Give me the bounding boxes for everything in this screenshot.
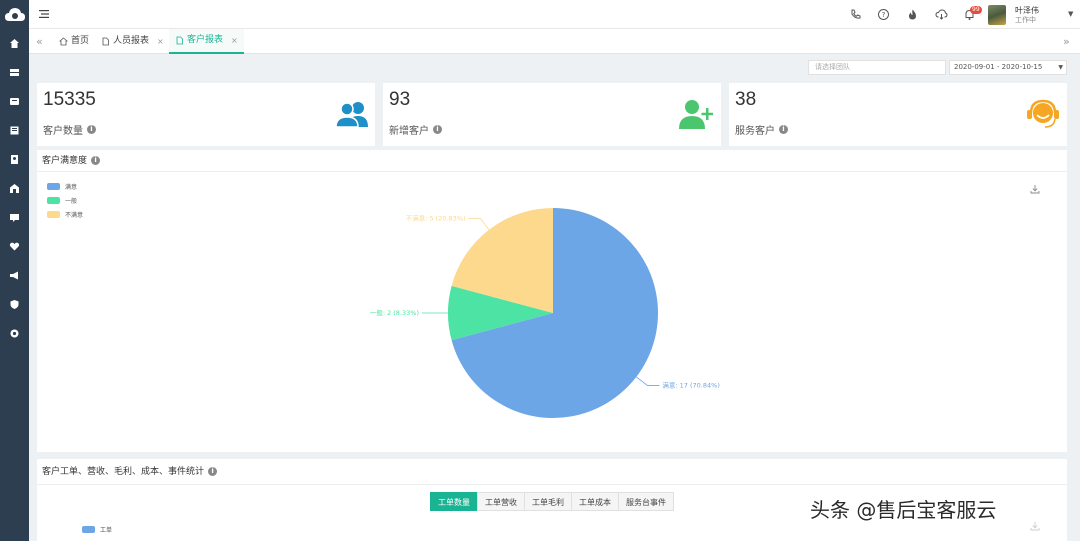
date-range-picker[interactable]: 2020-09-01 - 2020-10-15 ▼: [949, 60, 1067, 75]
tab-workorder-revenue[interactable]: 工单营收: [477, 492, 525, 511]
panel-header: 客户工单、营收、毛利、成本、事件统计 i: [37, 459, 1067, 485]
close-icon[interactable]: ×: [157, 29, 164, 54]
stat-value: 38: [735, 89, 757, 110]
legend-swatch: [82, 526, 95, 533]
message-nav-icon[interactable]: [9, 212, 20, 223]
user-status: 工作中: [1015, 16, 1036, 24]
stat-card-new-customers: 93 新增客户 i: [383, 83, 721, 146]
stat-label-text: 新增客户: [389, 126, 429, 137]
home-nav-icon[interactable]: [9, 38, 20, 49]
pie-label-line: [468, 218, 490, 230]
stat-value: 93: [389, 89, 411, 110]
notification-badge: 99: [970, 6, 982, 14]
tab-workorder-profit[interactable]: 工单毛利: [524, 492, 572, 511]
cloud-logo-icon[interactable]: [4, 6, 26, 24]
tab-label: 客户报表: [187, 35, 224, 45]
users-icon: [335, 102, 368, 128]
info-icon[interactable]: i: [433, 125, 442, 134]
contact-nav-icon[interactable]: [9, 154, 20, 165]
file-icon: [176, 36, 183, 45]
pie-data-label: 不满意: 5 (20.83%): [406, 214, 466, 223]
info-icon[interactable]: i: [779, 125, 788, 134]
sidebar: [0, 0, 29, 541]
stat-value: 15335: [43, 89, 96, 110]
tab-staff-report[interactable]: 人员报表 ×: [95, 29, 170, 54]
info-icon[interactable]: i: [87, 125, 96, 134]
download-icon[interactable]: [1030, 521, 1040, 531]
pie-label-line: [636, 376, 660, 386]
workorder-nav-icon[interactable]: [9, 67, 20, 78]
team-select[interactable]: 请选择团队: [808, 60, 946, 75]
file-icon: [102, 37, 109, 46]
satisfaction-panel: 客户满意度 i 满意 一般 不满意 满意: 17 (70.84%) 一般: 2 (…: [37, 150, 1067, 452]
warehouse-nav-icon[interactable]: [9, 183, 20, 194]
satisfaction-pie-chart: 满意: 17 (70.84%) 一般: 2 (8.33%) 不满意: 5 (20.8…: [370, 208, 720, 418]
tab-workorder-count[interactable]: 工单数量: [430, 492, 478, 511]
date-range-value: 2020-09-01 - 2020-10-15: [954, 63, 1043, 71]
legend-label: 工单: [100, 527, 113, 534]
caret-down-icon: ▼: [1058, 64, 1063, 71]
close-icon[interactable]: ×: [231, 28, 238, 53]
panel-title: 客户工单、营收、毛利、成本、事件统计: [42, 466, 205, 477]
tab-label: 人员报表: [113, 36, 150, 46]
legend-item-workorder[interactable]: 工单: [82, 525, 112, 534]
stat-label-text: 客户数量: [43, 126, 83, 137]
settings-nav-icon[interactable]: [9, 328, 20, 339]
headset-agent-icon: [1027, 99, 1059, 128]
tab-workorder-cost[interactable]: 工单成本: [571, 492, 619, 511]
phone-icon[interactable]: [849, 8, 862, 21]
tabs-scroll-left-icon[interactable]: «: [36, 35, 43, 48]
avatar[interactable]: [988, 5, 1006, 25]
tabs-scroll-right-icon[interactable]: »: [1063, 35, 1070, 48]
megaphone-nav-icon[interactable]: [9, 270, 20, 281]
pie-data-label: 满意: 17 (70.84%): [662, 380, 719, 389]
user-menu-caret-icon[interactable]: ▼: [1068, 10, 1073, 18]
heart-nav-icon[interactable]: [9, 241, 20, 252]
document-nav-icon[interactable]: [9, 125, 20, 136]
add-user-icon: [679, 100, 713, 129]
inbox-nav-icon[interactable]: [9, 96, 20, 107]
cloud-download-icon[interactable]: [935, 8, 948, 21]
svg-text:?: ?: [882, 11, 886, 19]
stats-tab-group: 工单数量 工单营收 工单毛利 工单成本 服务台事件: [430, 492, 674, 511]
watermark: 头条 @售后宝客服云: [810, 498, 997, 522]
stat-card-customer-count: 15335 客户数量 i: [37, 83, 375, 146]
stat-card-served-customers: 38 服务客户 i: [729, 83, 1067, 146]
pie-data-label: 一般: 2 (8.33%): [370, 308, 419, 317]
shield-nav-icon[interactable]: [9, 299, 20, 310]
stat-label: 服务客户 i: [735, 122, 788, 137]
tab-label: 首页: [71, 36, 90, 46]
info-icon[interactable]: i: [208, 467, 218, 476]
top-bar: ? 99 叶泽伟 工作中 ▼: [29, 0, 1080, 29]
home-icon: [59, 37, 68, 46]
tab-bar: « 首页 人员报表 × 客户报表 × »: [29, 29, 1080, 54]
tab-service-desk-events[interactable]: 服务台事件: [618, 492, 674, 511]
tab-customer-report[interactable]: 客户报表 ×: [169, 29, 244, 54]
fire-icon[interactable]: [906, 8, 919, 21]
stat-label-text: 服务客户: [735, 126, 775, 137]
stat-label: 客户数量 i: [43, 122, 96, 137]
help-icon[interactable]: ?: [877, 8, 890, 21]
menu-toggle-icon[interactable]: [38, 8, 50, 20]
tab-home[interactable]: 首页: [53, 29, 95, 54]
stat-label: 新增客户 i: [389, 122, 442, 137]
